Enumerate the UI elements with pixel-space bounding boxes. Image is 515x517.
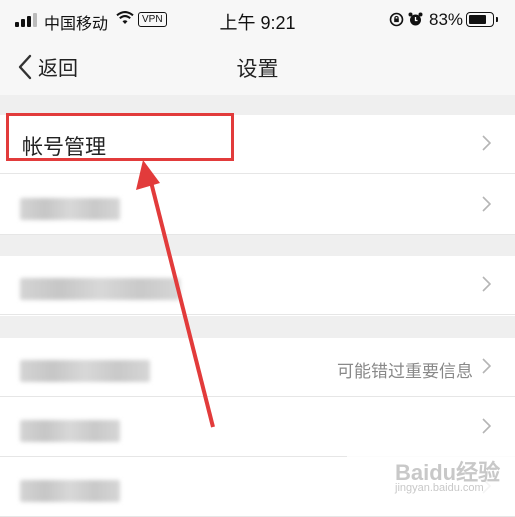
watermark-url: jingyan.baidu.com [395,482,484,494]
annotation-arrow [136,160,215,428]
